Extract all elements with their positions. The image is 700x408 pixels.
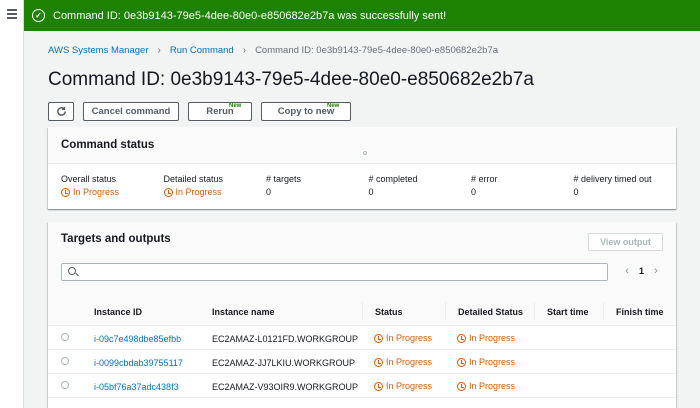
row-select-radio[interactable] xyxy=(61,333,69,341)
targets-outputs-panel: Targets and outputs View output ‹ 1 › In… xyxy=(48,222,676,408)
cancel-command-label: Cancel command xyxy=(91,106,171,117)
page-number[interactable]: 1 xyxy=(639,266,644,276)
instance-name: EC2AMAZ-V93OIR9.WORKGROUP xyxy=(212,382,359,392)
chevron-left-icon[interactable]: ‹ xyxy=(620,265,634,277)
row-status: In Progress xyxy=(374,381,432,391)
detailed-status: Detailed status In Progress xyxy=(163,174,267,199)
success-flash-bar: ✓ Command ID: 0e3b9143-79e5-4dee-80e0-e8… xyxy=(24,0,700,31)
new-badge: New xyxy=(229,103,242,109)
column-finish-time[interactable]: Finish time xyxy=(603,302,664,320)
overall-status-text: In Progress xyxy=(73,187,120,197)
check-circle-icon: ✓ xyxy=(32,9,45,22)
refresh-icon xyxy=(56,106,66,116)
row-select-radio[interactable] xyxy=(61,381,69,389)
row-status: In Progress xyxy=(374,333,432,343)
in-progress-icon xyxy=(457,357,466,367)
timed-out-count: # delivery timed out 0 xyxy=(574,174,677,199)
row-detailed-status-text: In Progress xyxy=(469,357,516,367)
breadcrumb-run-command[interactable]: Run Command xyxy=(170,45,234,56)
row-status: In Progress xyxy=(374,357,432,367)
column-detailed-status[interactable]: Detailed Status xyxy=(445,302,523,320)
targets-label: # targets xyxy=(266,174,302,184)
table-row: i-0099cbdab39755117 EC2AMAZ-JJ7LKIU.WORK… xyxy=(48,350,676,374)
instance-id-link[interactable]: i-05bf76a37adc438f3 xyxy=(94,382,179,392)
in-progress-icon xyxy=(374,333,383,343)
command-status-panel: Command status Overall status In Progres… xyxy=(48,127,676,209)
cancel-command-button[interactable]: Cancel command xyxy=(83,102,179,121)
side-navigation xyxy=(0,0,24,408)
row-status-text: In Progress xyxy=(386,381,433,391)
row-status-text: In Progress xyxy=(386,357,433,367)
targets-header: Targets and outputs View output xyxy=(48,222,676,260)
instance-id-link[interactable]: i-0099cbdab39755117 xyxy=(94,358,183,368)
page-title: Command ID: 0e3b9143-79e5-4dee-80e0-e850… xyxy=(48,69,534,90)
row-detailed-status-text: In Progress xyxy=(469,381,516,391)
row-select-radio[interactable] xyxy=(61,357,69,365)
view-output-button[interactable]: View output xyxy=(588,233,663,251)
chevron-right-icon: › xyxy=(157,45,161,56)
breadcrumb-systems-manager[interactable]: AWS Systems Manager xyxy=(48,45,148,56)
pagination: ‹ 1 › xyxy=(620,265,663,277)
status-stats: Overall status In Progress Detailed stat… xyxy=(48,164,676,199)
table-header: Instance ID Instance name Status Detaile… xyxy=(48,288,676,326)
in-progress-icon xyxy=(61,187,70,197)
refresh-button[interactable] xyxy=(48,102,74,121)
targets-count: # targets 0 xyxy=(266,174,369,199)
command-status-heading: Command status xyxy=(61,139,155,151)
detailed-status-label: Detailed status xyxy=(163,174,224,184)
column-instance-name[interactable]: Instance name xyxy=(212,307,275,317)
row-detailed-status: In Progress xyxy=(457,333,515,343)
flash-message: Command ID: 0e3b9143-79e5-4dee-80e0-e850… xyxy=(53,9,447,22)
command-status-header: Command status xyxy=(48,127,676,164)
column-instance-id[interactable]: Instance ID xyxy=(94,307,142,317)
targets-heading: Targets and outputs xyxy=(61,233,171,245)
search-icon xyxy=(68,267,76,275)
instance-id-link[interactable]: i-09c7e498dbe85efbb xyxy=(94,334,181,344)
instance-name: EC2AMAZ-L0121FD.WORKGROUP xyxy=(212,334,359,344)
error-label: # error xyxy=(471,174,498,184)
in-progress-icon xyxy=(374,381,383,391)
completed-value: 0 xyxy=(368,187,374,197)
timed-out-label: # delivery timed out xyxy=(573,174,652,184)
rerun-button[interactable]: Rerun New xyxy=(188,102,252,121)
timed-out-value: 0 xyxy=(573,187,579,197)
completed-label: # completed xyxy=(368,174,418,184)
in-progress-icon xyxy=(457,381,466,391)
search-input[interactable] xyxy=(61,263,608,281)
overall-status-value: In Progress xyxy=(61,187,119,197)
completed-count: # completed 0 xyxy=(369,174,472,199)
row-detailed-status: In Progress xyxy=(457,357,515,367)
menu-icon[interactable] xyxy=(7,9,17,21)
table-row: i-09c7e498dbe85efbb EC2AMAZ-L0121FD.WORK… xyxy=(48,326,676,350)
column-start-time[interactable]: Start time xyxy=(534,302,589,320)
loading-icon xyxy=(363,151,367,155)
instance-name: EC2AMAZ-JJ7LKIU.WORKGROUP xyxy=(212,358,356,368)
chevron-right-icon[interactable]: › xyxy=(649,265,663,277)
copy-to-new-button[interactable]: Copy to new New xyxy=(261,102,351,121)
chevron-right-icon: › xyxy=(242,45,247,56)
detailed-status-value: In Progress xyxy=(163,187,222,197)
overall-status-label: Overall status xyxy=(61,174,117,184)
action-toolbar: Cancel command Rerun New Copy to new New xyxy=(48,102,360,121)
in-progress-icon xyxy=(163,187,173,197)
error-value: 0 xyxy=(471,187,477,197)
overall-status: Overall status In Progress xyxy=(61,174,164,199)
row-status-text: In Progress xyxy=(386,333,433,343)
in-progress-icon xyxy=(374,357,383,367)
targets-value: 0 xyxy=(266,187,272,197)
table-row: i-05bf76a37adc438f3 EC2AMAZ-V93OIR9.WORK… xyxy=(48,374,676,398)
detailed-status-text: In Progress xyxy=(175,187,222,197)
error-count: # error 0 xyxy=(471,174,574,199)
in-progress-icon xyxy=(457,333,466,343)
new-badge: New xyxy=(327,103,340,109)
breadcrumb: AWS Systems Manager › Run Command › Comm… xyxy=(48,45,498,56)
copy-to-new-label: Copy to new xyxy=(277,106,335,117)
breadcrumb-current: Command ID: 0e3b9143-79e5-4dee-80e0-e850… xyxy=(255,45,499,56)
column-status[interactable]: Status xyxy=(362,302,403,320)
row-detailed-status-text: In Progress xyxy=(469,333,516,343)
filter-row: ‹ 1 › xyxy=(48,260,676,288)
row-detailed-status: In Progress xyxy=(457,381,515,391)
